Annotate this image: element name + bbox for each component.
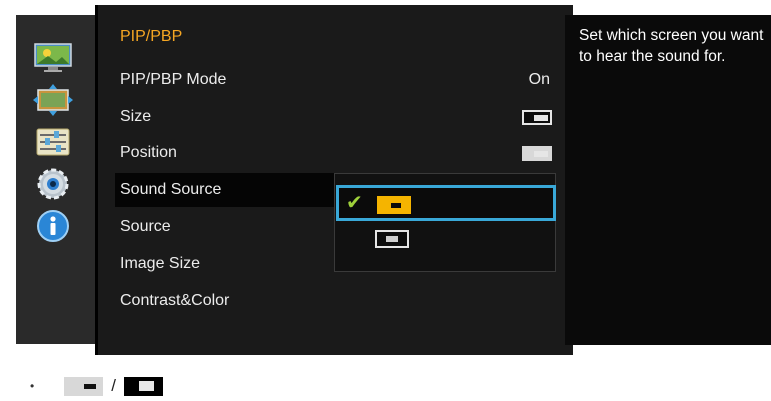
- menu-item-position[interactable]: Position: [120, 136, 560, 170]
- menu-item-label: Contrast&Color: [120, 292, 230, 309]
- help-text: Set which screen you want to hear the so…: [579, 27, 764, 65]
- option-sub-screen[interactable]: [335, 226, 555, 262]
- sub-screen-icon: [375, 230, 409, 248]
- sub-screen-legend-icon: [123, 376, 163, 396]
- main-screen-icon: [377, 196, 411, 214]
- info-icon[interactable]: [33, 208, 73, 244]
- onscreen-display-icon[interactable]: [33, 82, 73, 118]
- menu-item-pip-pbp-mode[interactable]: PIP/PBP Mode On: [120, 63, 560, 97]
- icon-column: [23, 40, 83, 250]
- menu-item-label: Position: [120, 144, 177, 161]
- menu-title: PIP/PBP: [120, 28, 183, 45]
- help-panel: Set which screen you want to hear the so…: [565, 15, 771, 345]
- menu-item-label: Sound Source: [120, 181, 222, 198]
- gear-icon[interactable]: [33, 166, 73, 202]
- menu-item-size[interactable]: Size: [120, 100, 560, 134]
- bullet-icon: •: [30, 379, 35, 393]
- menu-item-label: Source: [120, 218, 171, 235]
- settings-sliders-icon[interactable]: [33, 124, 73, 160]
- menu-item-sound-source[interactable]: Sound Source: [115, 173, 334, 207]
- menu-item-contrast-color[interactable]: Contrast&Color: [120, 284, 560, 318]
- sound-source-options: ✔: [334, 173, 556, 272]
- position-window-icon: [522, 146, 552, 161]
- legend-separator: /: [111, 376, 116, 395]
- size-window-icon: [522, 110, 552, 125]
- menu-item-value: On: [528, 71, 550, 88]
- menu-item-label: Image Size: [120, 255, 201, 272]
- menu-item-label: PIP/PBP Mode: [120, 71, 227, 88]
- menu-item-label: Size: [120, 108, 152, 125]
- main-screen-legend-icon: [64, 376, 104, 396]
- option-main-screen[interactable]: ✔: [336, 185, 556, 221]
- legend-line: • /: [30, 376, 163, 396]
- checkmark-icon: ✔: [346, 192, 363, 214]
- picture-icon[interactable]: [33, 40, 73, 76]
